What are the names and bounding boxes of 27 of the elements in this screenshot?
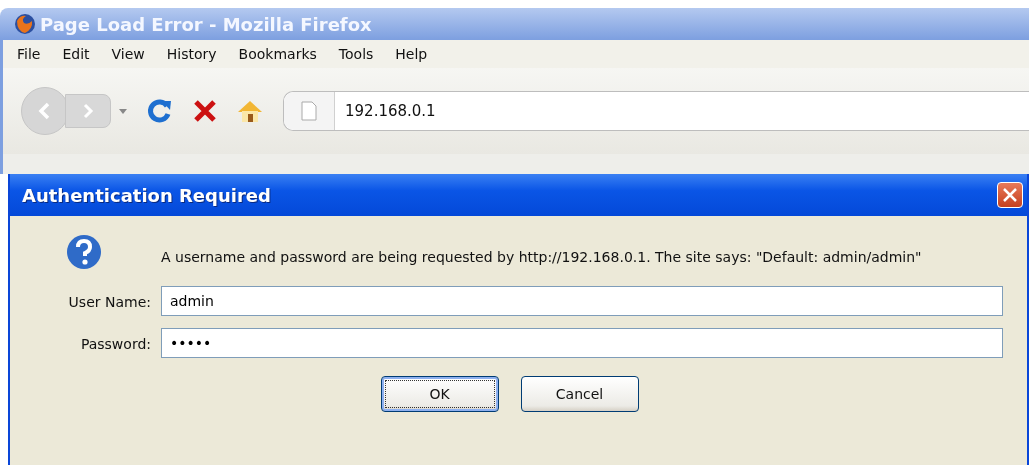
address-text: 192.168.0.1 xyxy=(344,102,436,120)
menu-item[interactable]: Tools xyxy=(338,46,374,62)
home-icon[interactable] xyxy=(237,99,263,123)
stop-icon[interactable] xyxy=(193,99,217,123)
field-label: Password: xyxy=(79,336,151,352)
menu-item[interactable]: Help xyxy=(395,46,428,62)
dialog-title: Authentication Required xyxy=(22,184,271,206)
input-field[interactable]: admin xyxy=(161,286,1003,316)
field-label: User Name: xyxy=(67,294,151,310)
chevron-right-icon xyxy=(82,103,94,119)
auth-message: A username and password are being requested by http://192.168.0.1. The site says: "Default: admin/admin" xyxy=(161,248,923,266)
menu-item[interactable]: Bookmarks xyxy=(238,46,317,62)
input-field[interactable]: ••••• xyxy=(161,328,1003,358)
menu-item[interactable]: File xyxy=(17,46,41,62)
window-title: Page Load Error - Mozilla Firefox xyxy=(40,13,372,35)
close-button[interactable] xyxy=(997,182,1023,208)
close-icon xyxy=(1002,187,1018,203)
dropdown-caret-icon[interactable] xyxy=(119,108,127,114)
question-icon xyxy=(65,234,102,270)
reload-icon[interactable] xyxy=(147,98,173,124)
menu-item[interactable]: History xyxy=(166,46,217,62)
menu-item[interactable]: Edit xyxy=(62,46,90,62)
dialog-button[interactable]: Cancel xyxy=(520,376,639,412)
menu-item[interactable]: View xyxy=(111,46,145,62)
address-bar[interactable]: 192.168.0.1 xyxy=(283,91,1029,131)
page-icon xyxy=(301,101,317,121)
dialog-button[interactable]: OK xyxy=(380,376,499,412)
